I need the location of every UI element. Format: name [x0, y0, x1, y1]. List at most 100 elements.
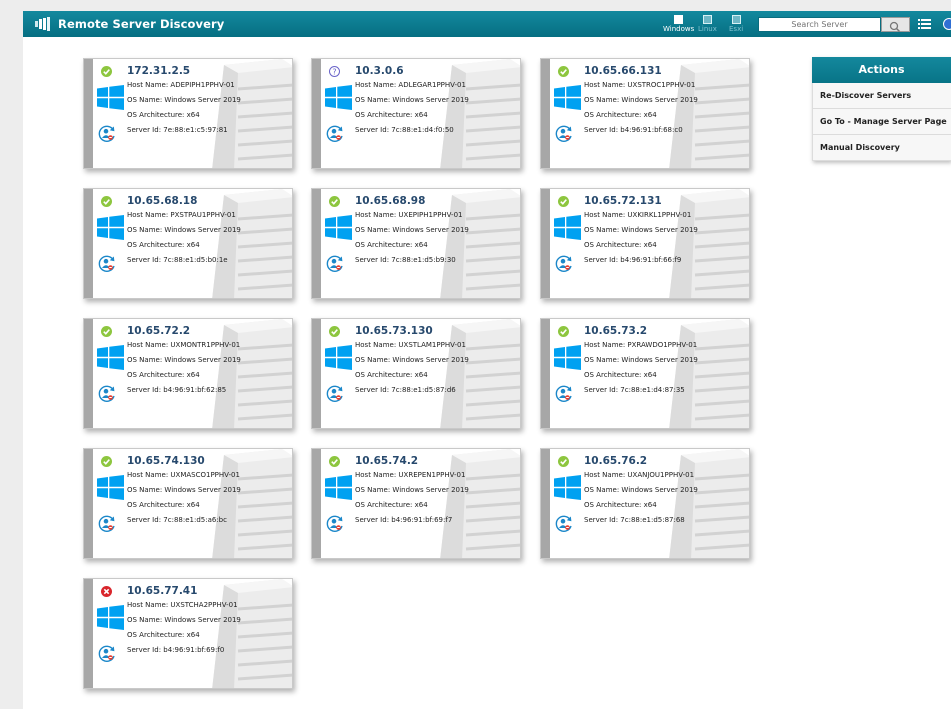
server-card[interactable]: 10.65.74.130 Host Name: UXMASCO1PPHV-01 OS…	[83, 448, 293, 559]
server-ip[interactable]: 10.65.77.41	[127, 585, 197, 597]
host-name-field: Host Name: UXSTCHA2PPHV-01	[127, 601, 238, 609]
card-stripe	[84, 59, 93, 168]
manual-discovery-action[interactable]: Manual Discovery	[812, 135, 951, 161]
server-ip[interactable]: 10.65.73.130	[355, 325, 433, 337]
filter-checkbox[interactable]	[674, 15, 684, 24]
rediscover-server-icon[interactable]	[325, 254, 344, 273]
os-architecture-value: x64	[414, 371, 428, 379]
rediscover-server-icon[interactable]	[325, 124, 344, 143]
server-ip[interactable]: 10.65.72.131	[584, 195, 662, 207]
rediscover-server-icon[interactable]	[554, 124, 573, 143]
server-tower-icon	[669, 189, 749, 298]
server-id-field: Server Id: 7c:88:e1:d5:87:68	[584, 516, 685, 524]
server-ip[interactable]: 10.65.73.2	[584, 325, 647, 337]
server-card[interactable]: 172.31.2.5 Host Name: ADEPIPH1PPHV-01 OS N…	[83, 58, 293, 169]
os-name-value: Windows Server 2019	[392, 96, 469, 104]
os-name-field: OS Name: Windows Server 2019	[355, 486, 469, 494]
os-name-value: Windows Server 2019	[164, 486, 241, 494]
rediscover-server-icon[interactable]	[554, 384, 573, 403]
rediscover-servers-action[interactable]: Re-Discover Servers	[812, 83, 951, 109]
rediscover-server-icon[interactable]	[97, 254, 116, 273]
server-card[interactable]: 10.65.72.2 Host Name: UXMONTR1PPHV-01 OS N…	[83, 318, 293, 429]
rediscover-server-icon[interactable]	[554, 514, 573, 533]
windows-logo-icon	[554, 85, 581, 110]
os-name-field: OS Name: Windows Server 2019	[584, 96, 698, 104]
server-card[interactable]: 10.65.73.130 Host Name: UXSTLAM1PPHV-01 OS…	[311, 318, 521, 429]
os-architecture-field: OS Architecture: x64	[584, 111, 657, 119]
host-name-field: Host Name: UXMASCO1PPHV-01	[127, 471, 240, 479]
rediscover-server-icon[interactable]	[554, 254, 573, 273]
os-name-value: Windows Server 2019	[621, 486, 698, 494]
server-id-value: 7c:88:e1:d5:87:68	[620, 516, 685, 524]
server-id-value: 7c:88:e1:d5:87:d6	[391, 386, 456, 394]
filter-esxi[interactable]: Esxi	[729, 15, 743, 33]
host-name-field: Host Name: ADLEGAR1PPHV-01	[355, 81, 466, 89]
server-tower-icon	[440, 319, 520, 428]
os-architecture-value: x64	[186, 111, 200, 119]
rediscover-server-icon[interactable]	[325, 384, 344, 403]
rediscover-server-icon[interactable]	[325, 514, 344, 533]
rediscover-server-icon[interactable]	[97, 644, 116, 663]
os-architecture-value: x64	[643, 371, 657, 379]
filter-linux[interactable]: Linux	[698, 15, 717, 33]
search-button[interactable]	[881, 17, 910, 33]
host-name-value: ADEPIPH1PPHV-01	[170, 81, 235, 89]
os-architecture-field: OS Architecture: x64	[127, 631, 200, 639]
server-card[interactable]: 10.65.68.98 Host Name: UXEPIPH1PPHV-01 OS …	[311, 188, 521, 299]
search-input[interactable]	[758, 17, 881, 32]
server-ip[interactable]: 10.3.0.6	[355, 65, 404, 77]
server-ip[interactable]: 10.65.66.131	[584, 65, 662, 77]
server-card[interactable]: 10.65.74.2 Host Name: UXREPEN1PPHV-01 OS N…	[311, 448, 521, 559]
host-name-value: PXSTPAU1PPHV-01	[170, 211, 236, 219]
server-card[interactable]: 10.65.77.41 Host Name: UXSTCHA2PPHV-01 OS …	[83, 578, 293, 689]
status-ok-icon	[558, 196, 569, 207]
server-card[interactable]: ? 10.3.0.6 Host Name: ADLEGAR1PPHV-01 OS Na…	[311, 58, 521, 169]
card-stripe	[84, 449, 93, 558]
rediscover-server-icon[interactable]	[97, 514, 116, 533]
server-card[interactable]: 10.65.72.131 Host Name: UXKIRKL1PPHV-01 OS…	[540, 188, 750, 299]
server-card[interactable]: 10.65.76.2 Host Name: UXANJOU1PPHV-01 OS N…	[540, 448, 750, 559]
server-ip[interactable]: 10.65.68.18	[127, 195, 197, 207]
actions-title: Actions	[812, 57, 951, 83]
server-id-field: Server Id: b4:96:91:bf:68:c0	[584, 126, 683, 134]
server-ip[interactable]: 172.31.2.5	[127, 65, 190, 77]
server-ip[interactable]: 10.65.76.2	[584, 455, 647, 467]
filter-windows[interactable]: Windows	[663, 15, 694, 33]
server-tower-icon	[212, 319, 292, 428]
list-view-icon[interactable]	[918, 18, 931, 30]
user-profile-icon[interactable]	[943, 18, 951, 30]
windows-logo-icon	[325, 215, 352, 240]
windows-logo-icon	[97, 475, 124, 500]
filter-checkbox[interactable]	[702, 15, 712, 24]
server-ip[interactable]: 10.65.72.2	[127, 325, 190, 337]
card-stripe	[312, 319, 321, 428]
os-architecture-value: x64	[186, 241, 200, 249]
server-id-field: Server Id: 7e:88:e1:c5:97:81	[127, 126, 228, 134]
server-ip[interactable]: 10.65.68.98	[355, 195, 425, 207]
server-id-value: 7c:88:e1:d4:f0:50	[391, 126, 454, 134]
server-card[interactable]: 10.65.68.18 Host Name: PXSTPAU1PPHV-01 OS …	[83, 188, 293, 299]
rediscover-server-icon[interactable]	[97, 124, 116, 143]
server-tower-icon	[440, 59, 520, 168]
server-ip[interactable]: 10.65.74.130	[127, 455, 205, 467]
status-ok-icon	[558, 326, 569, 337]
os-architecture-field: OS Architecture: x64	[127, 501, 200, 509]
os-architecture-field: OS Architecture: x64	[127, 241, 200, 249]
host-name-value: ADLEGAR1PPHV-01	[398, 81, 466, 89]
card-stripe	[541, 319, 550, 428]
host-name-value: PXRAWDO1PPHV-01	[627, 341, 698, 349]
card-stripe	[541, 59, 550, 168]
server-card[interactable]: 10.65.73.2 Host Name: PXRAWDO1PPHV-01 OS N…	[540, 318, 750, 429]
server-ip[interactable]: 10.65.74.2	[355, 455, 418, 467]
server-id-field: Server Id: 7c:88:e1:d5:b9:30	[355, 256, 456, 264]
manage-server-page-action[interactable]: Go To - Manage Server Page	[812, 109, 951, 135]
os-name-field: OS Name: Windows Server 2019	[127, 616, 241, 624]
server-card[interactable]: 10.65.66.131 Host Name: UXSTROC1PPHV-01 OS…	[540, 58, 750, 169]
host-name-field: Host Name: UXMONTR1PPHV-01	[127, 341, 241, 349]
server-tower-icon	[212, 579, 292, 688]
status-ok-icon	[101, 66, 112, 77]
server-id-field: Server Id: 7c:88:e1:d4:f0:50	[355, 126, 454, 134]
os-name-field: OS Name: Windows Server 2019	[355, 226, 469, 234]
filter-checkbox[interactable]	[731, 15, 741, 24]
rediscover-server-icon[interactable]	[97, 384, 116, 403]
